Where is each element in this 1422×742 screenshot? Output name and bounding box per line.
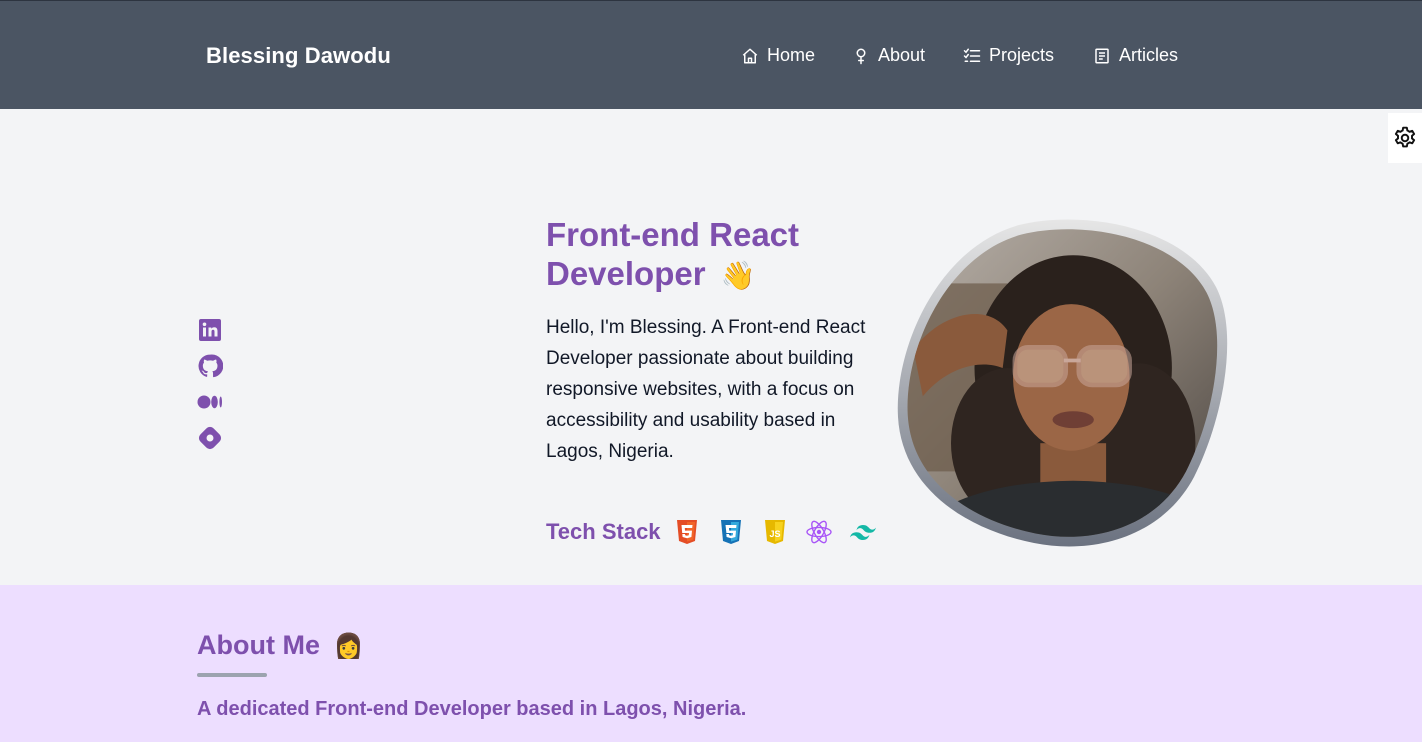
linkedin-link[interactable] <box>197 317 223 343</box>
brand-name[interactable]: Blessing Dawodu <box>206 43 391 69</box>
linkedin-icon <box>199 319 221 341</box>
hero-title: Front-end React Developer 👋 <box>546 215 866 295</box>
about-title: About Me 👩 <box>197 630 363 661</box>
about-title-text: About Me <box>197 630 320 660</box>
hashnode-icon <box>198 426 222 450</box>
hero-description: Hello, I'm Blessing. A Front-end React D… <box>546 317 866 462</box>
nav-label-home: Home <box>767 45 816 65</box>
person-icon <box>856 48 866 64</box>
nav-item-about[interactable]: About <box>852 45 925 66</box>
about-title-underline <box>197 673 267 677</box>
github-link[interactable] <box>197 353 223 379</box>
nav-item-articles[interactable]: Articles <box>1093 45 1178 66</box>
css3-icon <box>717 518 745 546</box>
social-links <box>197 317 223 451</box>
tech-stack: Tech Stack JS <box>546 518 893 546</box>
github-icon <box>198 354 223 378</box>
hero-title-line1: Front-end React <box>546 216 800 253</box>
tech-stack-label: Tech Stack <box>546 519 661 544</box>
medium-icon <box>197 395 222 409</box>
profile-photo <box>894 217 1228 549</box>
about-emoji: 👩 <box>333 633 364 660</box>
article-icon <box>1095 48 1109 63</box>
nav-item-home[interactable]: Home <box>741 45 815 66</box>
checklist-icon <box>963 48 981 62</box>
nav-item-projects[interactable]: Projects <box>963 45 1054 66</box>
react-icon <box>805 518 833 546</box>
tailwind-icon <box>849 518 877 546</box>
html5-icon <box>673 518 701 546</box>
home-icon <box>742 48 758 63</box>
wave-emoji: 👋 <box>720 260 756 291</box>
medium-link[interactable] <box>197 389 223 415</box>
svg-text:JS: JS <box>769 529 780 539</box>
nav-label-articles: Articles <box>1119 45 1179 65</box>
nav-label-projects: Projects <box>989 45 1055 65</box>
about-subtitle: A dedicated Front-end Developer based in… <box>197 698 747 720</box>
nav-label-about: About <box>878 45 926 65</box>
top-navbar: Blessing Dawodu Home About Projects Arti… <box>0 0 1422 109</box>
hashnode-link[interactable] <box>197 425 223 451</box>
hero-title-line2: Developer <box>546 255 706 292</box>
javascript-icon: JS <box>761 518 789 546</box>
